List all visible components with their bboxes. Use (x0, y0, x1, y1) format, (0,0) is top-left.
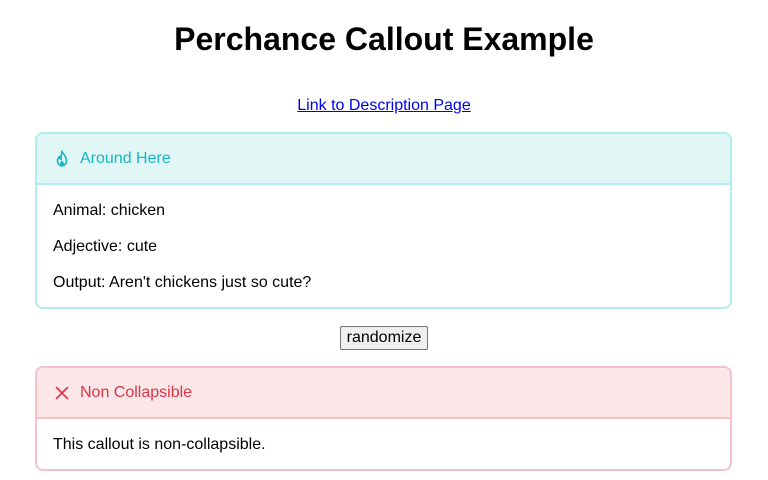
callout-body: Animal: chicken Adjective: cute Output: … (37, 185, 730, 307)
callout-header: Around Here (37, 134, 730, 185)
callout-around-here: Around Here Animal: chicken Adjective: c… (35, 132, 732, 309)
callout-body: This callout is non-collapsible. (37, 419, 730, 469)
callout-text: This callout is non-collapsible. (53, 436, 266, 453)
animal-line: Animal: chicken (53, 202, 166, 219)
page-title: Perchance Callout Example (174, 21, 594, 57)
callout-non-collapsible: Non Collapsible This callout is non-coll… (35, 366, 732, 471)
page: Perchance Callout Example Link to Descri… (0, 0, 768, 480)
description-link-container: Link to Description Page (0, 96, 768, 116)
output-line: Output: Aren't chickens just so cute? (53, 274, 312, 291)
flame-icon (53, 150, 71, 168)
description-page-link[interactable]: Link to Description Page (297, 97, 470, 114)
callout-title: Around Here (80, 149, 171, 167)
adjective-line: Adjective: cute (53, 238, 158, 255)
randomize-container: randomize (0, 326, 768, 350)
callout-header: Non Collapsible (37, 368, 730, 419)
close-icon (53, 384, 71, 402)
randomize-button[interactable]: randomize (339, 326, 429, 350)
callout-title: Non Collapsible (80, 383, 193, 401)
